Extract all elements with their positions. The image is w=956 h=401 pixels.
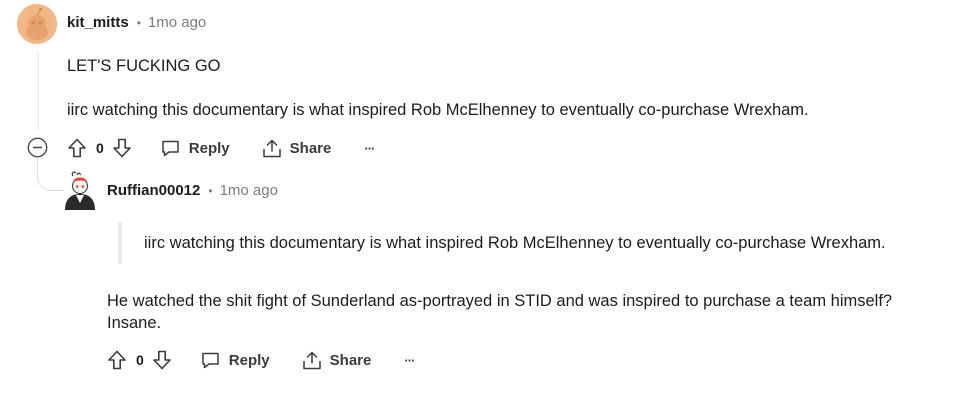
more-dots-icon: ··· (404, 352, 415, 368)
thread-line (37, 52, 39, 130)
reply-bubble-icon (202, 352, 219, 369)
blockquote-text: iirc watching this documentary is what i… (144, 234, 886, 252)
share-icon (262, 139, 281, 157)
avatar[interactable] (60, 170, 96, 210)
downvote-button[interactable] (151, 349, 173, 371)
more-options-button[interactable]: ··· (404, 352, 415, 368)
comment-paragraph: LET'S FUCKING GO (67, 57, 221, 75)
comment-paragraph: iirc watching this documentary is what i… (67, 101, 809, 119)
share-label: Share (329, 351, 372, 369)
reply-button[interactable]: Reply (200, 350, 270, 370)
upvote-arrow-icon (108, 350, 126, 370)
snoo-avatar-icon (17, 4, 57, 44)
snoo-avatar-icon (65, 171, 95, 210)
more-options-button[interactable]: ··· (364, 140, 375, 156)
meta-separator: • (208, 183, 213, 198)
avatar[interactable] (17, 4, 57, 44)
more-dots-icon: ··· (364, 140, 375, 156)
upvote-arrow-icon (68, 138, 86, 158)
upvote-button[interactable] (66, 137, 88, 159)
timestamp[interactable]: 1mo ago (220, 182, 278, 199)
share-icon (302, 351, 321, 369)
username[interactable]: kit_mitts (67, 14, 129, 31)
vote-score: 0 (96, 140, 104, 156)
collapse-thread-button[interactable] (27, 137, 48, 158)
username[interactable]: Ruffian00012 (107, 182, 200, 199)
comment-meta: Ruffian00012 • 1mo ago (107, 182, 278, 199)
share-button[interactable]: Share (301, 350, 372, 371)
reply-label: Reply (228, 351, 270, 369)
timestamp[interactable]: 1mo ago (148, 14, 206, 31)
comment-meta: kit_mitts • 1mo ago (67, 14, 206, 31)
vote-score: 0 (136, 352, 144, 368)
reply-bubble-icon (162, 140, 179, 157)
downvote-arrow-icon (152, 350, 171, 370)
upvote-button[interactable] (106, 349, 128, 371)
comment-actions: 0 Reply Share ··· (66, 136, 375, 160)
share-label: Share (289, 139, 332, 157)
downvote-button[interactable] (111, 137, 133, 159)
comment-paragraph-line: He watched the shit fight of Sunderland … (107, 292, 893, 310)
blockquote-bar (118, 222, 122, 264)
downvote-arrow-icon (112, 138, 131, 158)
collapse-icon (27, 137, 48, 158)
meta-separator: • (136, 15, 141, 30)
reply-label: Reply (188, 139, 230, 157)
reply-button[interactable]: Reply (160, 138, 230, 158)
share-button[interactable]: Share (261, 138, 332, 159)
comment-paragraph-line: Insane. (107, 314, 162, 332)
comment-actions: 0 Reply Share ··· (106, 348, 415, 372)
